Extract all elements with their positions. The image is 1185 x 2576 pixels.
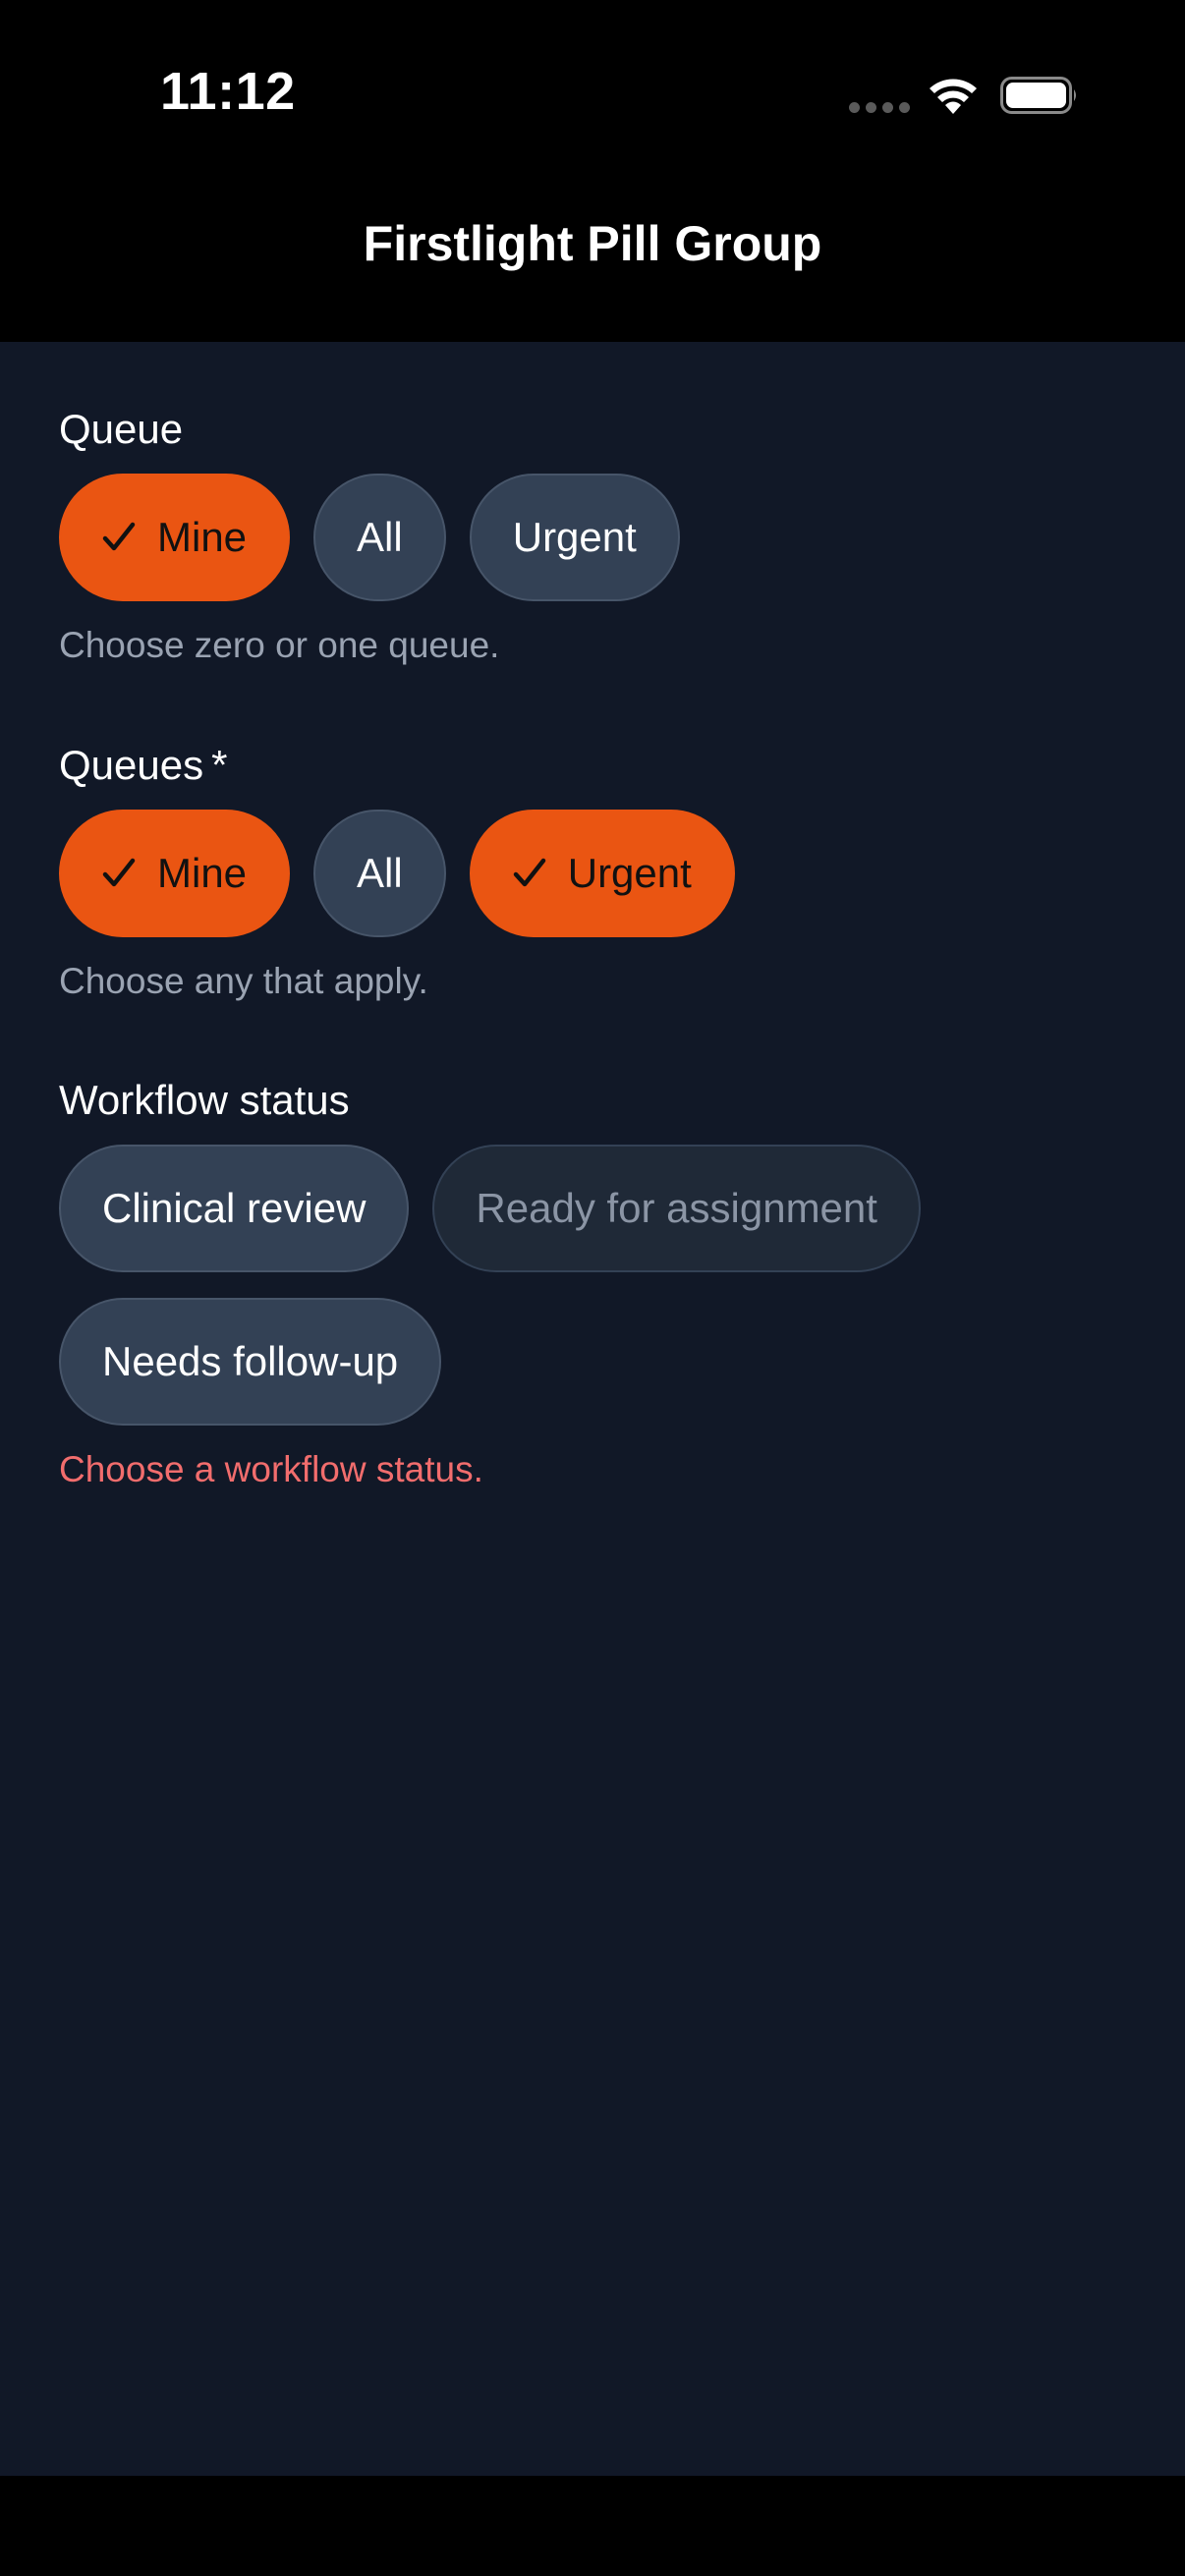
wifi-icon — [930, 79, 977, 114]
chip-ready-for-assignment: Ready for assignment — [432, 1145, 921, 1272]
queues-chips: Mine All Urgent — [59, 810, 1130, 937]
checkmark-icon — [102, 522, 136, 551]
bottom-safe-area — [0, 2476, 1185, 2576]
app-screen: 11:12 Firstlight Pill Group Queue Mine A… — [0, 0, 1185, 2576]
chip-label: Clinical review — [102, 1185, 367, 1231]
chip-urgent[interactable]: Urgent — [469, 474, 680, 601]
status-time: 11:12 — [160, 62, 296, 121]
workflow-status-chips: Clinical review Ready for assignment Nee… — [59, 1145, 1130, 1426]
checkmark-icon — [513, 858, 545, 887]
chip-all[interactable]: All — [313, 474, 446, 601]
chip-label: Mine — [157, 850, 248, 896]
queue-helper-text: Choose zero or one queue. — [59, 625, 500, 665]
queue-label: Queue — [59, 406, 184, 452]
navigation-bar: Firstlight Pill Group — [0, 192, 1185, 342]
status-bar: 11:12 — [0, 0, 1185, 192]
workflow-status-error-text: Choose a workflow status. — [59, 1449, 483, 1489]
chip-mine[interactable]: Mine — [59, 810, 291, 937]
workflow-status-label: Workflow status — [59, 1077, 350, 1123]
queue-chips: Mine All Urgent — [59, 474, 1130, 601]
form-content: Queue Mine All Urgent Choose zero or one… — [0, 342, 1185, 2476]
chip-label: All — [357, 850, 403, 896]
chip-urgent[interactable]: Urgent — [469, 810, 735, 937]
chip-clinical-review[interactable]: Clinical review — [59, 1145, 410, 1272]
chip-label: Mine — [157, 514, 248, 560]
queues-helper-text: Choose any that apply. — [59, 961, 428, 1001]
chip-all[interactable]: All — [313, 810, 446, 937]
chip-label: Needs follow-up — [102, 1338, 399, 1384]
workflow-status-group: Workflow status Clinical review Ready fo… — [59, 1076, 1130, 1492]
chip-label: Urgent — [567, 850, 692, 896]
checkmark-icon — [102, 858, 136, 887]
chip-label: Ready for assignment — [476, 1185, 877, 1231]
queues-group: Queues * Mine All Urgent Choose any that … — [59, 741, 1130, 1004]
chip-label: Urgent — [512, 514, 637, 560]
chip-mine[interactable]: Mine — [59, 474, 291, 601]
page-title: Firstlight Pill Group — [363, 215, 822, 271]
queues-label: Queues * — [59, 742, 228, 788]
queue-group: Queue Mine All Urgent Choose zero or one… — [59, 405, 1130, 668]
required-marker: * — [211, 742, 228, 788]
chip-needs-follow-up[interactable]: Needs follow-up — [59, 1298, 442, 1426]
cellular-signal-icon — [849, 102, 910, 113]
battery-icon — [1000, 77, 1076, 114]
chip-label: All — [357, 514, 403, 560]
